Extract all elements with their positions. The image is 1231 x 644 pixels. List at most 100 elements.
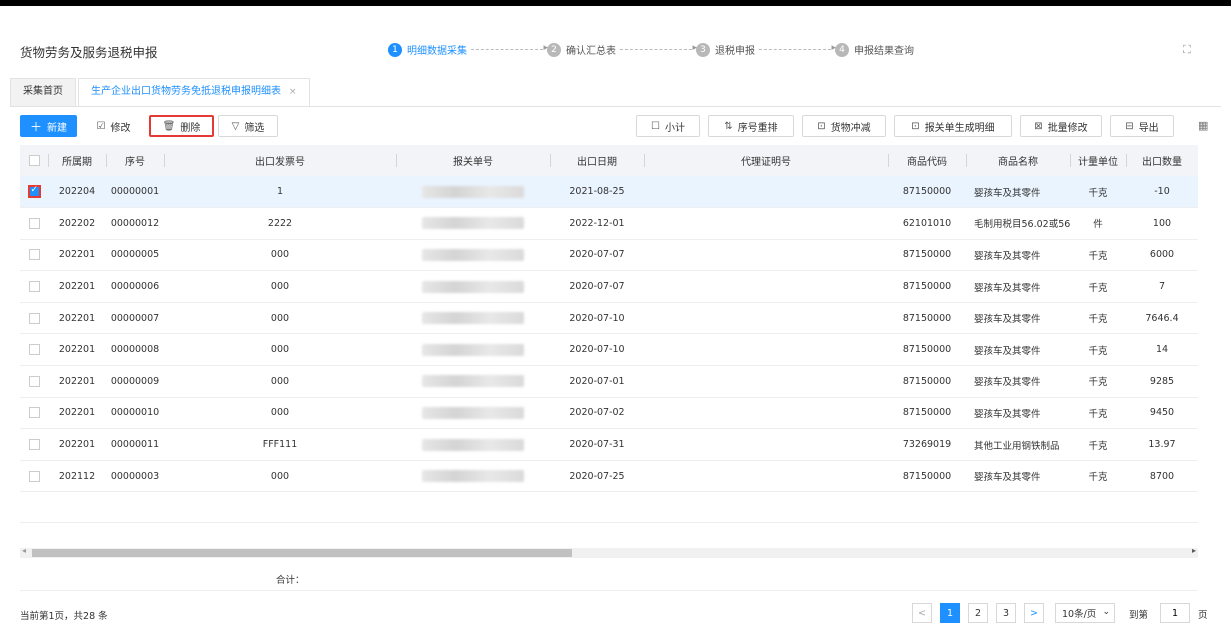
edit-button[interactable]: ☑ 修改	[86, 115, 141, 137]
page-button[interactable]: 3	[996, 603, 1016, 623]
tab-home[interactable]: 采集首页	[10, 78, 76, 106]
export-button[interactable]: ⊟ 导出	[1110, 115, 1174, 137]
checkbox-cell[interactable]	[20, 270, 48, 303]
checkbox-cell[interactable]	[20, 365, 48, 398]
checkbox-cell[interactable]	[20, 176, 48, 209]
row-checkbox[interactable]	[28, 439, 40, 451]
step-4[interactable]: 4 申报结果查询	[835, 42, 914, 57]
filter-button[interactable]: ▽ 筛选	[218, 115, 278, 137]
row-checkbox[interactable]	[28, 249, 40, 261]
checkbox-cell[interactable]	[20, 302, 48, 335]
table-row[interactable]: 202201 00000006 000 2020-07-07 87150000 婴孩车及其…	[20, 270, 1198, 303]
column-header[interactable]: 商品代码	[888, 145, 966, 176]
batch-edit-button[interactable]: ⊠ 批量修改	[1020, 115, 1102, 137]
row-checkbox[interactable]	[28, 217, 40, 229]
step-number: 4	[835, 42, 849, 57]
name-cell: 其他工业用钢铁制品	[966, 428, 1070, 461]
select-all-cell[interactable]	[20, 145, 48, 176]
row-checkbox[interactable]	[27, 185, 41, 199]
table-row[interactable]: 202201 00000011 FFF111 2020-07-31 73269019 其他…	[20, 428, 1198, 461]
column-settings-icon[interactable]: ▦	[1198, 119, 1210, 132]
qty-cell: 100	[1126, 207, 1198, 240]
row-checkbox[interactable]	[28, 470, 40, 482]
column-header[interactable]: 所属期	[48, 145, 106, 176]
column-header[interactable]: 出口发票号	[164, 145, 396, 176]
table-row[interactable]: 202201 00000008 000 2020-07-10 87150000 婴孩车及其…	[20, 333, 1198, 367]
chart-icon: ⊡	[911, 120, 920, 132]
table-row[interactable]: 202201 00000005 000 2020-07-07 87150000 婴孩车及其…	[20, 239, 1198, 272]
column-header[interactable]: 出口数量	[1126, 145, 1198, 176]
agent-cert-cell	[644, 270, 888, 303]
scroll-thumb[interactable]	[32, 549, 572, 557]
close-icon[interactable]: ×	[289, 87, 297, 97]
checkbox-cell[interactable]	[20, 333, 48, 367]
row-checkbox[interactable]	[28, 344, 40, 356]
column-header[interactable]: 出口日期	[550, 145, 644, 176]
reorder-button[interactable]: ⇅ 序号重排	[708, 115, 794, 137]
table-row[interactable]: 202204000000011 2021-08-25 87150000婴孩车及其零件…	[20, 176, 1198, 209]
step-2[interactable]: 2 确认汇总表	[547, 42, 616, 57]
horizontal-scrollbar[interactable]: ◂ ▸	[20, 546, 1198, 558]
prev-page-icon[interactable]: <	[912, 603, 932, 623]
goto-page-input[interactable]	[1160, 603, 1190, 623]
new-button[interactable]: ＋ 新建	[20, 115, 77, 137]
seq-cell: 00000005	[106, 239, 164, 272]
date-cell: 2020-07-07	[550, 239, 644, 272]
agent-cert-cell	[644, 176, 888, 209]
row-checkbox[interactable]	[28, 375, 40, 387]
page-size-select[interactable]: 10条/页 ⌄	[1055, 603, 1115, 623]
row-checkbox[interactable]	[28, 281, 40, 293]
customs-no-cell	[396, 270, 550, 303]
table-row[interactable]: 202202 00000012 2222 2022-12-01 62101010 毛制用税…	[20, 207, 1198, 240]
table-row[interactable]: 202112 00000003 000 2020-07-25 87150000 婴孩车及其…	[20, 460, 1198, 493]
page-button[interactable]: 2	[968, 603, 988, 623]
table-row[interactable]: 202201 00000010 000 2020-07-02 87150000 婴孩车及其…	[20, 397, 1198, 430]
table-row[interactable]: 202201 00000009 000 2020-07-01 87150000 婴孩车及其…	[20, 365, 1198, 398]
step-label: 退税申报	[715, 46, 755, 57]
chevron-down-icon: ⌄	[1102, 607, 1110, 617]
page-button[interactable]: 1	[940, 603, 960, 623]
customs-no-cell	[396, 365, 550, 398]
step-label: 确认汇总表	[566, 46, 616, 57]
qty-cell: 7646.4	[1126, 302, 1198, 335]
date-cell: 2020-07-10	[550, 302, 644, 335]
goods-offset-button[interactable]: ⊡ 货物冲减	[802, 115, 886, 137]
scroll-right-icon[interactable]: ▸	[1192, 546, 1196, 555]
step-3[interactable]: 3 退税申报	[696, 42, 755, 57]
row-checkbox[interactable]	[28, 312, 40, 324]
generate-detail-button[interactable]: ⊡ 报关单生成明细	[894, 115, 1012, 137]
checkbox-cell[interactable]	[20, 239, 48, 272]
column-header[interactable]: 商品名称	[966, 145, 1070, 176]
checkbox-cell[interactable]	[20, 397, 48, 430]
tab-detail-table[interactable]: 生产企业出口货物劳务免抵退税申报明细表 ×	[78, 78, 310, 106]
column-header[interactable]: 序号	[106, 145, 164, 176]
checkbox-cell[interactable]	[20, 207, 48, 240]
redacted-value	[422, 248, 524, 261]
scroll-left-icon[interactable]: ◂	[22, 546, 26, 555]
top-border	[0, 0, 1231, 6]
date-cell: 2020-07-10	[550, 333, 644, 367]
sort-icon: ⇅	[724, 120, 733, 132]
row-checkbox[interactable]	[28, 407, 40, 419]
checkbox-cell[interactable]	[20, 460, 48, 493]
table-row[interactable]: 202201 00000007 000 2020-07-10 87150000 婴孩车及其…	[20, 302, 1198, 335]
select-all-checkbox[interactable]	[28, 154, 40, 166]
checkbox-cell[interactable]	[20, 428, 48, 461]
goto-label: 到第	[1129, 610, 1149, 621]
fullscreen-icon[interactable]: ⛶	[1183, 43, 1195, 56]
code-cell: 87150000	[888, 239, 966, 272]
app-title: 货物劳务及服务退税申报	[20, 45, 158, 60]
next-page-icon[interactable]: >	[1024, 603, 1044, 623]
button-label: 导出	[1138, 122, 1159, 134]
delete-button[interactable]: 🗑 删除	[149, 115, 214, 137]
column-header[interactable]: 计量单位	[1070, 145, 1126, 176]
column-header[interactable]: 报关单号	[396, 145, 550, 176]
step-1[interactable]: 1 明细数据采集	[388, 42, 467, 57]
name-cell: 婴孩车及其零件	[966, 460, 1070, 493]
subtotal-button[interactable]: ☐ 小计	[636, 115, 700, 137]
step-label: 申报结果查询	[854, 46, 914, 57]
column-header[interactable]: 代理证明号	[644, 145, 888, 176]
button-label: 序号重排	[737, 122, 778, 134]
step-arrow	[471, 43, 548, 53]
customs-no-cell	[396, 397, 550, 430]
